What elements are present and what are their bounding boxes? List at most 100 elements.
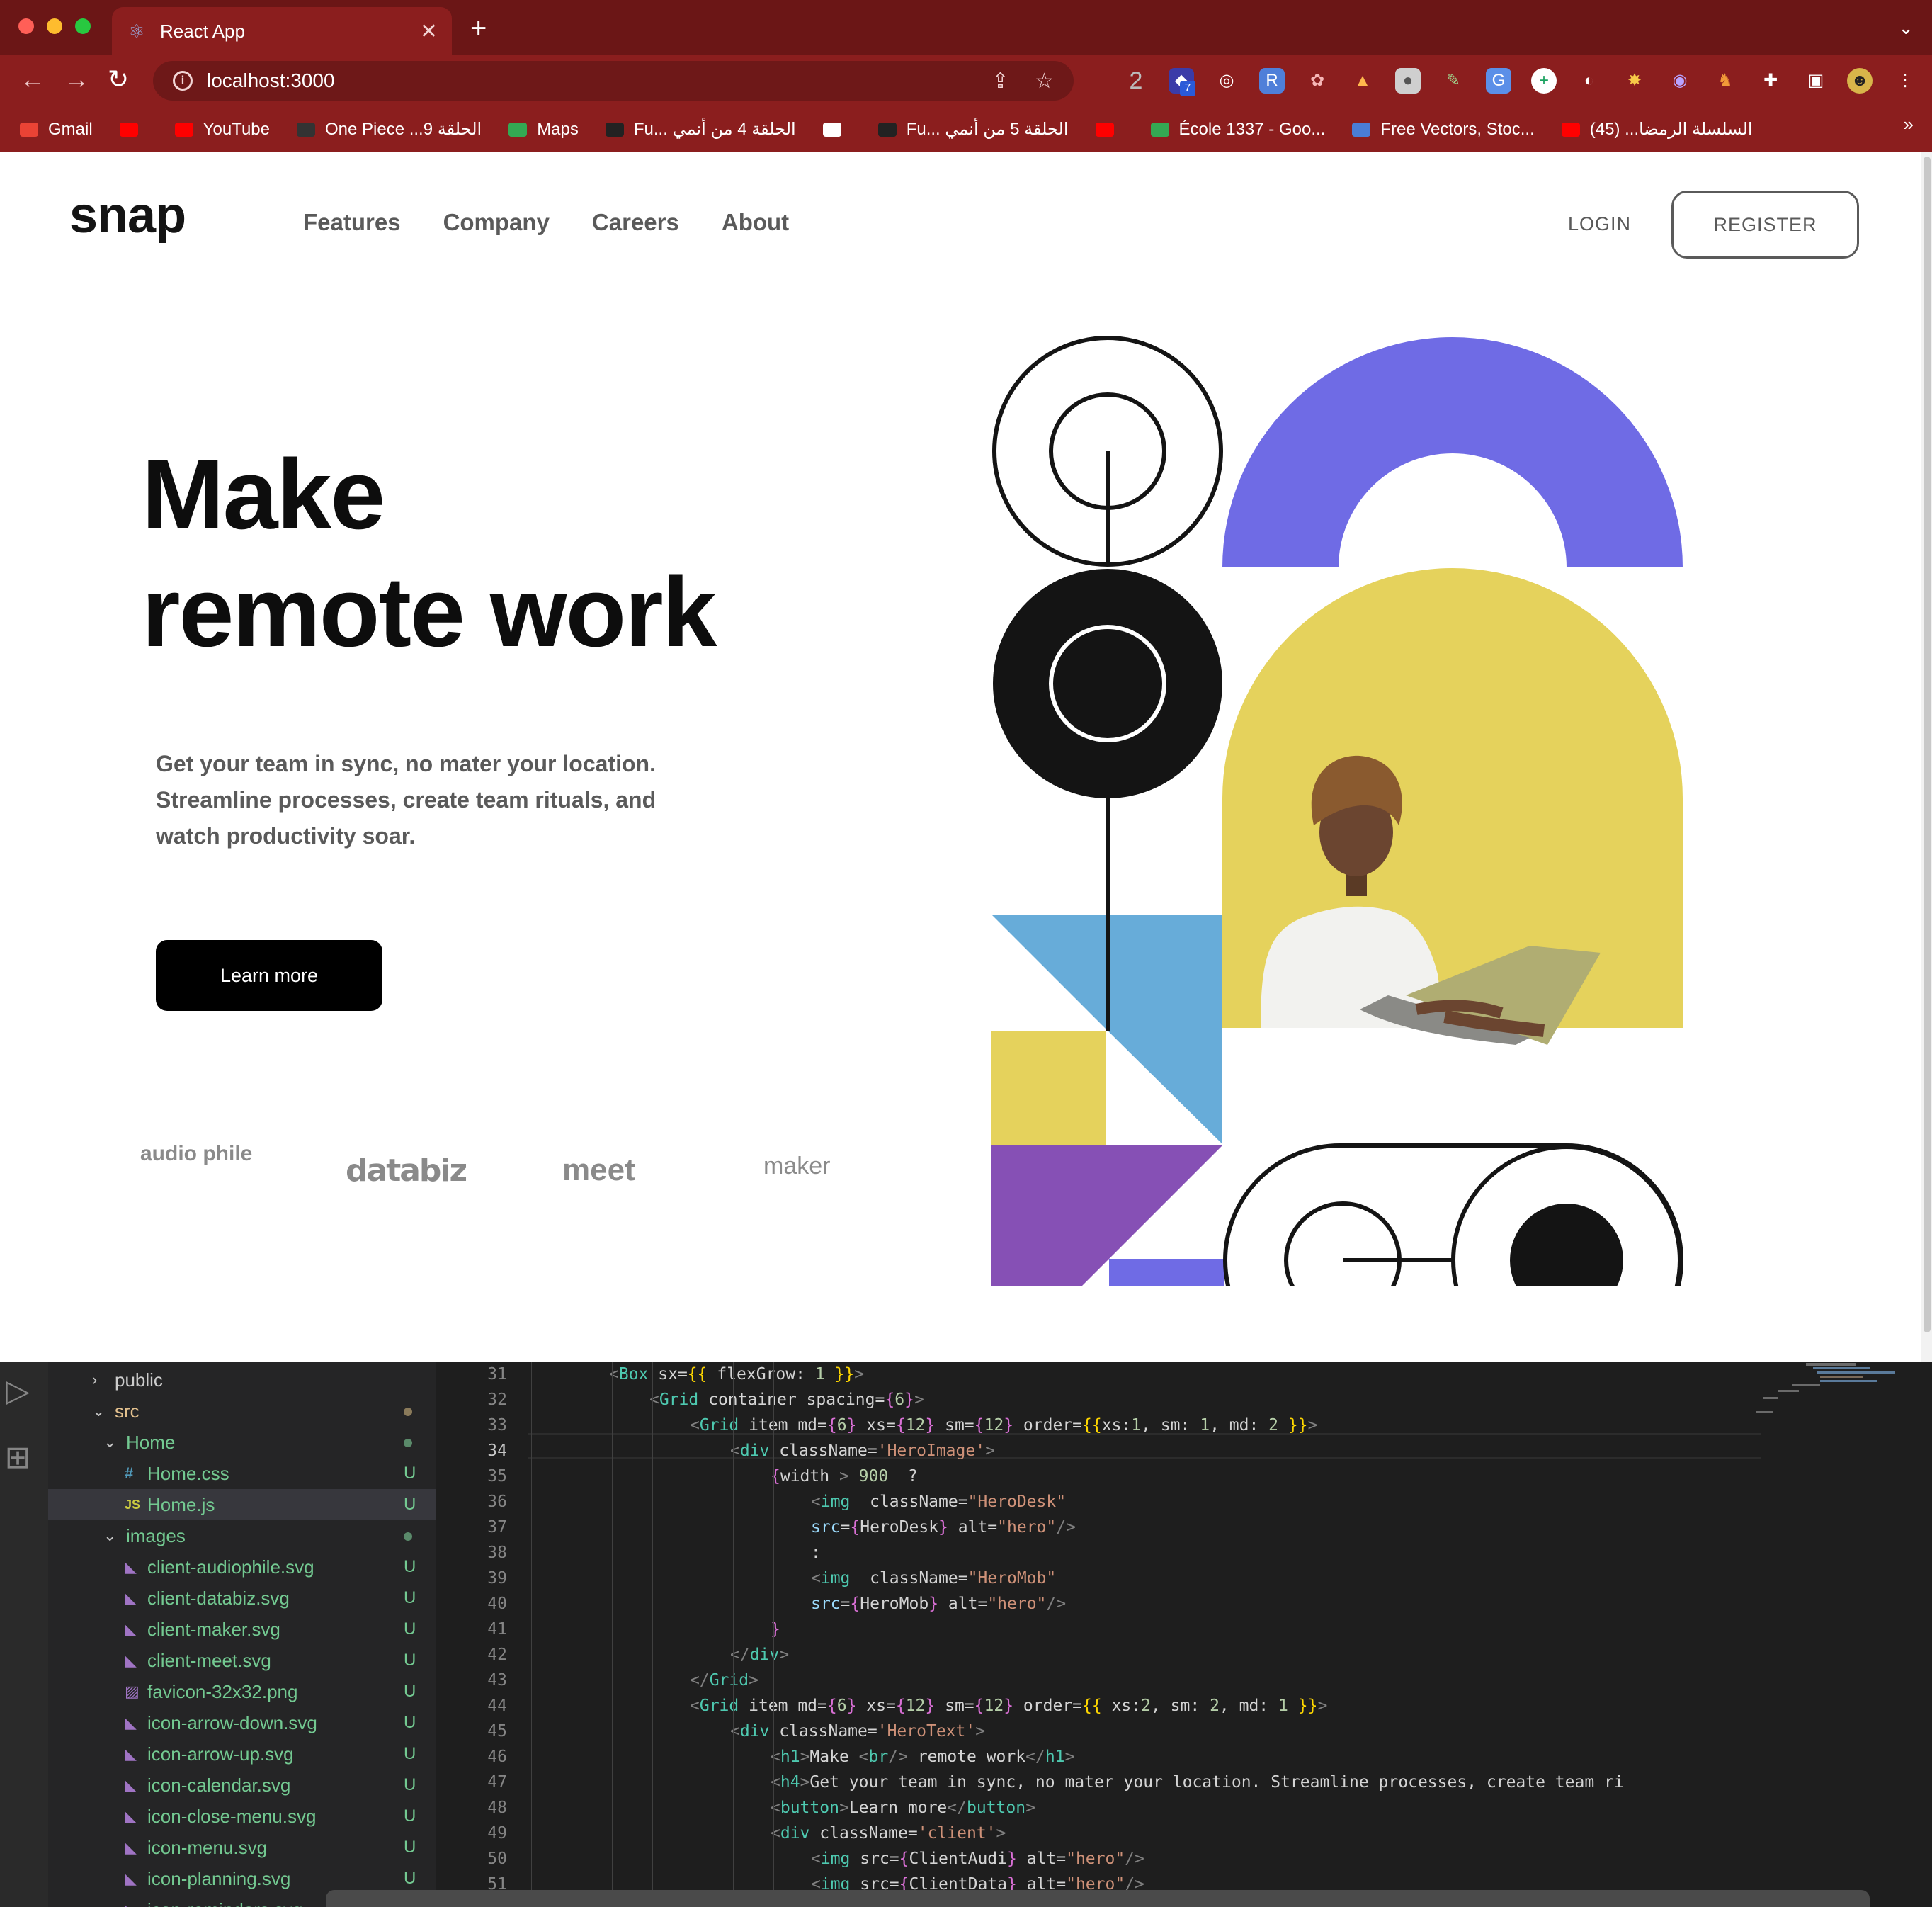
extensions-icon[interactable]: ⊞ bbox=[0, 1439, 35, 1476]
new-tab-button[interactable]: + bbox=[470, 14, 487, 43]
explorer-folder[interactable]: › public bbox=[48, 1364, 436, 1396]
code-line[interactable]: </div> bbox=[730, 1642, 789, 1668]
explorer-file[interactable]: ▨ favicon-32x32.png U bbox=[48, 1676, 436, 1707]
bookmark-item[interactable] bbox=[822, 122, 851, 137]
explorer-file[interactable]: ◣ client-audiophile.svg U bbox=[48, 1551, 436, 1583]
code-line[interactable]: <button>Learn more</button> bbox=[771, 1795, 1035, 1821]
code-line[interactable]: </Grid> bbox=[690, 1668, 758, 1693]
translate-extension-icon[interactable]: G bbox=[1486, 68, 1511, 94]
code-line[interactable]: : bbox=[811, 1540, 821, 1566]
explorer-file[interactable]: ◣ icon-menu.svg U bbox=[48, 1832, 436, 1863]
code-line[interactable]: <img className="HeroMob" bbox=[811, 1566, 1056, 1591]
back-icon[interactable]: ← bbox=[20, 65, 45, 94]
code-line[interactable]: <Grid item md={6} xs={12} sm={12} order=… bbox=[690, 1413, 1317, 1438]
explorer-folder[interactable]: ⌄ images bbox=[48, 1520, 436, 1551]
zoom-window-button[interactable] bbox=[75, 18, 91, 34]
address-bar[interactable]: i localhost:3000 ⇪ ☆ bbox=[153, 61, 1074, 101]
explorer-file[interactable]: ◣ client-meet.svg U bbox=[48, 1645, 436, 1676]
bookmark-item[interactable]: Fu... الحلقة 4 من أنمي bbox=[605, 119, 796, 140]
site-info-icon[interactable]: i bbox=[173, 71, 193, 91]
nav-company[interactable]: Company bbox=[443, 209, 550, 236]
plus-extension-icon[interactable]: + bbox=[1531, 68, 1557, 94]
code-line[interactable]: <h1>Make <br/> remote work</h1> bbox=[771, 1744, 1074, 1770]
code-editor[interactable]: 31 32 33 34 35 36 37 38 39 40 41 42 43 44 45 46 47 48 49 50… bbox=[436, 1362, 1932, 1907]
share-icon[interactable]: ⇪ bbox=[991, 69, 1009, 94]
target-extension-icon[interactable]: ◎ bbox=[1214, 68, 1239, 94]
bookmark-item[interactable]: YouTube bbox=[174, 120, 270, 140]
nav-features[interactable]: Features bbox=[303, 209, 401, 236]
rocket-extension-icon[interactable]: ▲ bbox=[1350, 68, 1375, 94]
tab-react-app[interactable]: ⚛ React App ✕ bbox=[112, 7, 452, 55]
bookmark-label: École 1337 - Goo... bbox=[1178, 119, 1326, 139]
bookmark-item[interactable]: One Piece ...الحلقة 9 bbox=[296, 119, 482, 140]
code-line[interactable]: {width > 900 ? bbox=[771, 1464, 918, 1489]
color-wheel-extension-icon[interactable]: ✸ bbox=[1622, 68, 1647, 94]
bookmark-item[interactable]: École 1337 - Goo... bbox=[1150, 119, 1326, 140]
minimize-window-button[interactable] bbox=[47, 18, 62, 34]
explorer-file[interactable]: ◣ icon-arrow-up.svg U bbox=[48, 1738, 436, 1770]
extension-count[interactable]: 2 bbox=[1123, 68, 1149, 94]
bookmark-item[interactable]: Fu... الحلقة 5 من أنمي bbox=[877, 119, 1069, 140]
code-line[interactable]: <Grid item md={6} xs={12} sm={12} order=… bbox=[690, 1693, 1327, 1719]
explorer-file[interactable]: ◣ client-databiz.svg U bbox=[48, 1583, 436, 1614]
code-line[interactable]: <h4>Get your team in sync, no mater your… bbox=[771, 1770, 1624, 1795]
nav-careers[interactable]: Careers bbox=[592, 209, 679, 236]
bookmark-label: Maps bbox=[537, 119, 579, 139]
close-icon[interactable]: ✕ bbox=[420, 19, 438, 44]
code-line[interactable]: <img src={ClientAudi} alt="hero"/> bbox=[811, 1846, 1144, 1872]
circle-extension-icon[interactable]: ◉ bbox=[1667, 68, 1693, 94]
close-window-button[interactable] bbox=[18, 18, 34, 34]
red-extension-icon[interactable]: ◐ bbox=[1576, 68, 1602, 94]
bookmarks-overflow-icon[interactable]: » bbox=[1904, 113, 1914, 135]
code-line[interactable]: <div className='HeroText'> bbox=[730, 1719, 985, 1744]
kebab-menu-icon[interactable]: ⋮ bbox=[1892, 68, 1918, 94]
run-debug-icon[interactable]: ▷ bbox=[0, 1373, 35, 1409]
bookmark-item[interactable] bbox=[119, 122, 148, 137]
code-line[interactable]: <div className='client'> bbox=[771, 1821, 1006, 1846]
fox-extension-icon[interactable]: ♞ bbox=[1712, 68, 1738, 94]
register-button[interactable]: REGISTER bbox=[1671, 191, 1859, 259]
explorer-folder[interactable]: ⌄ src bbox=[48, 1396, 436, 1427]
code-line[interactable]: <Box sx={{ flexGrow: 1 }}> bbox=[609, 1362, 864, 1387]
chevron-down-icon[interactable]: ⌄ bbox=[1898, 17, 1914, 39]
puzzle-icon[interactable]: ✚ bbox=[1758, 68, 1783, 94]
learn-more-button[interactable]: Learn more bbox=[156, 940, 382, 1011]
explorer-file[interactable]: ◣ icon-arrow-down.svg U bbox=[48, 1707, 436, 1738]
code-line[interactable]: src={HeroDesk} alt="hero"/> bbox=[811, 1515, 1076, 1540]
explorer-file[interactable]: ◣ client-maker.svg U bbox=[48, 1614, 436, 1645]
bookmark-item[interactable]: Maps bbox=[508, 120, 579, 140]
avatar[interactable]: ☻ bbox=[1847, 68, 1873, 94]
explorer-file[interactable]: ◣ icon-close-menu.svg U bbox=[48, 1801, 436, 1832]
page-scrollbar-thumb[interactable] bbox=[1924, 157, 1931, 1332]
bookmark-item[interactable]: Free Vectors, Stoc... bbox=[1352, 120, 1535, 140]
explorer-folder[interactable]: ⌄ Home bbox=[48, 1427, 436, 1458]
nav-about[interactable]: About bbox=[722, 209, 789, 236]
reload-icon[interactable]: ↻ bbox=[108, 65, 129, 94]
bookmark-item[interactable]: السلسلة الرمضا... (45) bbox=[1561, 119, 1753, 140]
forward-icon[interactable]: → bbox=[64, 65, 89, 94]
explorer-file[interactable]: # Home.css U bbox=[48, 1458, 436, 1489]
client-audiophile-text: audio phile bbox=[140, 1142, 253, 1165]
login-link[interactable]: LOGIN bbox=[1568, 213, 1631, 235]
puzzle-colored-extension-icon[interactable]: ✿ bbox=[1305, 68, 1330, 94]
eyedropper-extension-icon[interactable]: ✎ bbox=[1441, 68, 1466, 94]
explorer-file[interactable]: JS Home.js U bbox=[48, 1489, 436, 1520]
black-dot-shape bbox=[1510, 1204, 1623, 1286]
bookmark-item[interactable] bbox=[1095, 122, 1124, 137]
code-line[interactable]: <div className='HeroImage'> bbox=[730, 1438, 995, 1464]
code-line[interactable]: src={HeroMob} alt="hero"/> bbox=[811, 1591, 1066, 1617]
bookmark-item[interactable]: Gmail bbox=[20, 120, 93, 140]
url-text[interactable]: localhost:3000 bbox=[207, 69, 966, 92]
site-logo[interactable]: snap bbox=[69, 186, 186, 244]
code-line[interactable]: <Grid container spacing={6}> bbox=[649, 1387, 924, 1413]
code-line[interactable]: <img className="HeroDesk" bbox=[811, 1489, 1066, 1515]
code-line[interactable]: } bbox=[771, 1617, 780, 1642]
explorer-file[interactable]: ◣ icon-calendar.svg U bbox=[48, 1770, 436, 1801]
minimap[interactable] bbox=[1749, 1362, 1932, 1468]
line-number: 41 bbox=[487, 1620, 507, 1639]
page-scrollbar[interactable] bbox=[1921, 152, 1932, 1362]
r-extension-icon[interactable]: R bbox=[1259, 68, 1285, 94]
bookmark-star-icon[interactable]: ☆ bbox=[1035, 69, 1054, 94]
sidepanel-icon[interactable]: ▣ bbox=[1803, 68, 1829, 94]
capture-extension-icon[interactable]: ● bbox=[1395, 68, 1421, 94]
